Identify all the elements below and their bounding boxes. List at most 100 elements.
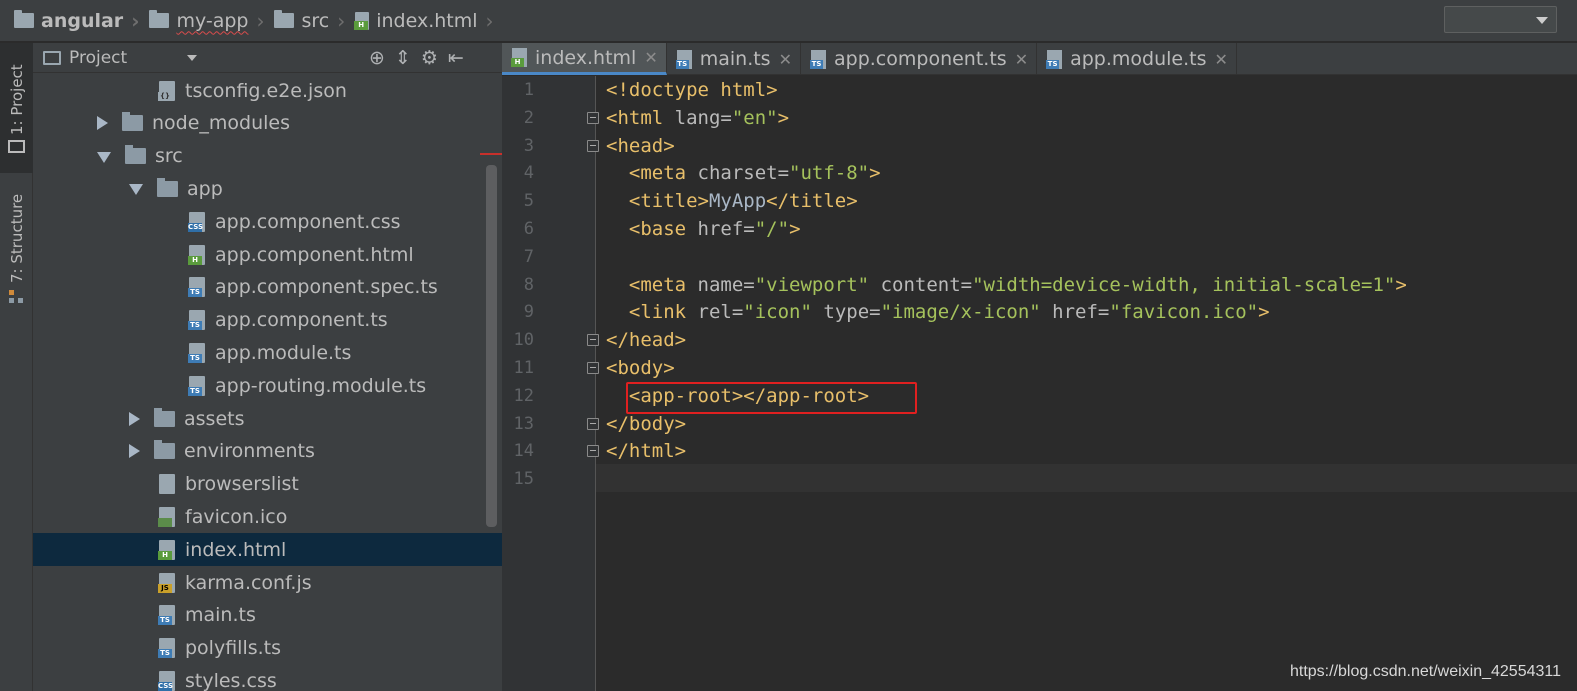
expand-right-icon[interactable]	[129, 411, 140, 426]
tree-folder[interactable]: src	[33, 140, 502, 173]
tree-file[interactable]: Happ.component.html	[33, 238, 502, 271]
project-panel-toolbar: ⊕ ⇕ ⚙ ⇤	[369, 47, 464, 69]
tree-folder[interactable]: assets	[33, 402, 502, 435]
breadcrumb-item[interactable]: angular ›	[14, 0, 149, 42]
tree-folder[interactable]: app	[33, 172, 502, 205]
folder-icon	[154, 440, 175, 460]
view-selector-chevron-icon[interactable]	[187, 54, 198, 61]
collapse-all-icon[interactable]: ⇕	[395, 47, 411, 69]
tree-file[interactable]: CSS app.component.css	[33, 205, 502, 238]
fold-marker-icon[interactable]	[587, 362, 599, 374]
tab-main-ts[interactable]: TS main.ts ✕	[667, 43, 801, 75]
css-file-icon: CSS	[188, 211, 205, 232]
code-token: <meta	[628, 273, 698, 296]
tree-file[interactable]: CSS styles.css	[33, 664, 502, 691]
tree-file[interactable]: TS app.component.spec.ts	[33, 271, 502, 304]
folder-icon	[149, 10, 170, 28]
breadcrumb-item[interactable]: Hindex.html ›	[354, 0, 503, 42]
ts-file-icon: TS	[188, 375, 205, 396]
project-tool-button[interactable]: 1: Project	[0, 43, 33, 173]
code-line: <!doctype html>	[606, 76, 778, 104]
fold-marker-icon[interactable]	[587, 417, 599, 430]
file-type-badge: H	[511, 58, 524, 67]
code-line: <title>MyApp</title>	[606, 187, 858, 215]
code-token: >	[1258, 301, 1270, 324]
project-panel-title[interactable]: Project	[69, 48, 127, 68]
expand-right-icon[interactable]	[129, 444, 140, 459]
expand-right-icon[interactable]	[97, 116, 108, 131]
code-token: type=	[811, 301, 881, 324]
run-configuration-dropdown[interactable]	[1444, 6, 1557, 33]
line-number: 3	[523, 135, 534, 156]
code-token: "/"	[754, 218, 790, 240]
tree-item-label: app.component.html	[215, 243, 414, 266]
file-type-badge: TS	[158, 616, 172, 626]
expand-down-icon[interactable]	[129, 184, 143, 196]
line-number: 2	[523, 107, 534, 128]
tree-folder[interactable]: node_modules	[33, 107, 502, 140]
folder-icon	[14, 10, 34, 28]
code-token: </head>	[606, 329, 687, 352]
project-view-icon	[43, 50, 61, 65]
tree-file[interactable]: browserslist	[33, 468, 502, 501]
code-token: content=	[869, 273, 973, 296]
file-type-badge: TS	[188, 386, 202, 396]
tree-item-label: main.ts	[185, 604, 256, 627]
tree-file[interactable]: TS app.component.ts	[33, 304, 502, 337]
line-number: 4	[523, 163, 534, 184]
expand-down-icon[interactable]	[97, 151, 111, 163]
code-editor[interactable]: 1 2 3 4 5 6 7 8 9 10 11 12 13 14 15 <!doctype html> <ht…	[502, 76, 1577, 691]
tree-file[interactable]: TS app-routing.module.ts	[33, 369, 502, 402]
code-line: <meta charset="utf-8">	[606, 159, 881, 187]
project-icon	[8, 140, 25, 153]
tab-label: app.module.ts	[1070, 48, 1207, 70]
gear-icon[interactable]: ⚙	[421, 47, 438, 69]
project-scrollbar[interactable]	[486, 165, 497, 527]
structure-tool-button[interactable]: 7: Structure	[0, 183, 33, 313]
line-number: 11	[513, 358, 534, 378]
project-tool-label: 1: Project	[8, 64, 26, 135]
annotation-highlight-box	[626, 382, 917, 414]
code-token: "utf-8"	[789, 162, 870, 185]
tree-file[interactable]: TS main.ts	[33, 599, 502, 632]
tab-index-html[interactable]: Hindex.html ✕	[502, 43, 667, 75]
close-icon[interactable]: ✕	[644, 48, 657, 67]
breadcrumb-item[interactable]: src ›	[274, 0, 355, 42]
current-line-highlight	[596, 464, 1577, 492]
tree-file[interactable]: TS polyfills.ts	[33, 632, 502, 665]
tree-file[interactable]: Hindex.html	[33, 533, 502, 567]
chevron-down-icon	[1536, 17, 1548, 24]
fold-marker-icon[interactable]	[587, 334, 599, 347]
fold-marker-icon[interactable]	[587, 111, 599, 124]
breadcrumb-item[interactable]: my-app ›	[149, 0, 274, 42]
chevron-right-icon: ›	[337, 8, 346, 33]
file-type-badge: TS	[188, 353, 202, 363]
close-icon[interactable]: ✕	[1015, 50, 1028, 69]
tree-item-label: assets	[184, 407, 245, 430]
tab-app-component-ts[interactable]: TS app.component.ts ✕	[801, 43, 1038, 75]
tree-file[interactable]: TS app.module.ts	[33, 336, 502, 369]
tree-file[interactable]: favicon.ico	[33, 500, 502, 533]
tree-file[interactable]: {} tsconfig.e2e.json	[33, 74, 502, 107]
hide-panel-icon[interactable]: ⇤	[448, 47, 464, 69]
tree-item-label: index.html	[185, 538, 287, 561]
breadcrumb: angular › my-app › src › Hindex.html ›	[14, 0, 504, 42]
fold-marker-icon[interactable]	[587, 139, 599, 152]
tree-folder[interactable]: environments	[33, 435, 502, 468]
line-number: 5	[523, 191, 534, 212]
close-icon[interactable]: ✕	[779, 50, 792, 69]
code-line: <base href="/">	[606, 215, 801, 243]
chevron-right-icon: ›	[131, 8, 140, 33]
tab-app-module-ts[interactable]: TS app.module.ts ✕	[1037, 43, 1237, 75]
tree-item-label: browserslist	[185, 473, 299, 496]
locate-icon[interactable]: ⊕	[369, 47, 385, 69]
line-number: 10	[513, 330, 534, 351]
tree-file[interactable]: JS karma.conf.js	[33, 566, 502, 599]
js-file-icon: JS	[158, 572, 175, 593]
close-icon[interactable]: ✕	[1215, 50, 1228, 69]
ts-file-icon: TS	[158, 605, 175, 626]
fold-marker-icon[interactable]	[587, 445, 599, 458]
breadcrumb-label: index.html	[376, 9, 478, 32]
file-type-badge: H	[354, 20, 369, 30]
